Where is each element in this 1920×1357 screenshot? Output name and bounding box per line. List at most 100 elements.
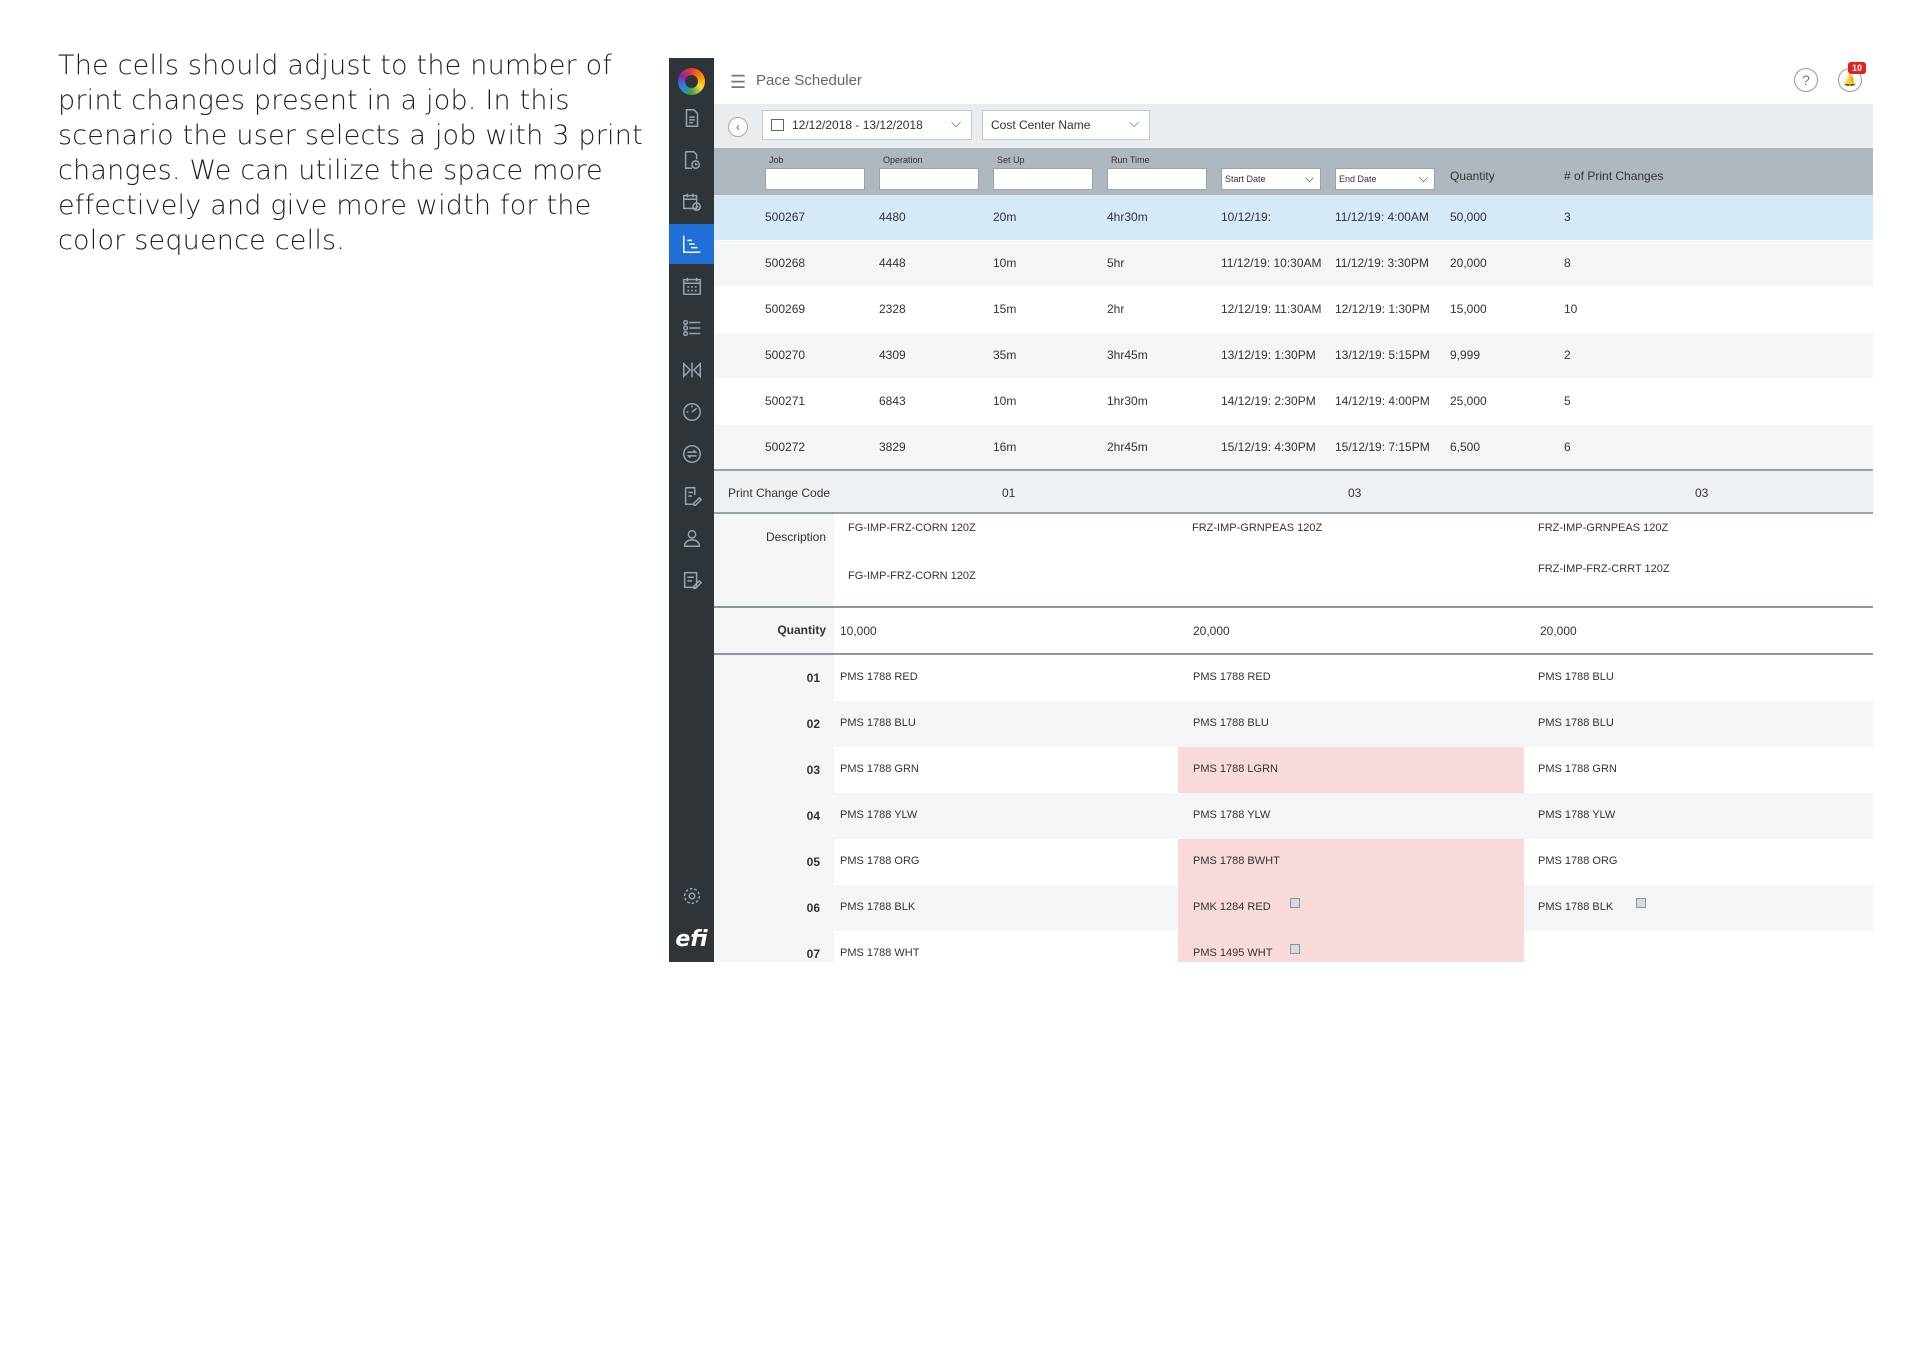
color-sequence-cell[interactable]: PMS 1788 BLK: [1524, 885, 1870, 931]
column-label: Run Time: [1111, 155, 1150, 165]
calendar-icon: [771, 119, 784, 131]
ink-name: PMS 1788 YLW: [1193, 809, 1271, 821]
chevron-down-icon: ⌵: [1304, 171, 1314, 185]
chevron-down-icon: ⌵: [951, 115, 961, 130]
date-range-picker[interactable]: 12/12/2018 - 13/12/2018 ⌵: [762, 110, 972, 140]
color-sequence-cell[interactable]: PMS 1788 GRN: [834, 747, 1178, 793]
color-sequence-cell[interactable]: PMS 1788 BLK: [834, 885, 1178, 931]
quantity-label: Quantity: [777, 623, 826, 637]
print-change-code-label: Print Change Code: [728, 486, 831, 500]
setup-filter-input[interactable]: [993, 168, 1093, 190]
sequence-number: 01: [806, 671, 820, 685]
color-sequence-cell[interactable]: PMS 1788 ORG: [834, 839, 1178, 885]
description-text: FRZ-IMP-GRNPEAS 120Z: [1192, 522, 1323, 534]
scheduler-chart-icon[interactable]: [669, 224, 714, 264]
sequence-number-cell: 04: [714, 793, 834, 839]
edit-document-icon[interactable]: [669, 476, 714, 516]
color-sequence-cell[interactable]: PMS 1788 LGRN: [1178, 747, 1524, 793]
color-sequence-cell[interactable]: PMS 1788 YLW: [1178, 793, 1524, 839]
sequence-number: 05: [806, 855, 820, 869]
settings-gear-icon[interactable]: [669, 876, 714, 916]
job-id: 500268: [765, 256, 806, 270]
end-date-select[interactable]: End Date ⌵: [1335, 168, 1435, 190]
copy-icon[interactable]: [1636, 898, 1646, 908]
sync-icon[interactable]: [669, 434, 714, 474]
color-sequence-cell[interactable]: PMS 1788 BLU: [834, 701, 1178, 747]
print-change-code: 01: [1002, 486, 1016, 500]
sequence-row: 02 PMS 1788 BLU PMS 1788 BLU PMS 1788 BLU: [714, 701, 1873, 747]
operation: 4448: [879, 256, 906, 270]
help-icon[interactable]: ?: [1794, 68, 1818, 92]
print-changes: 3: [1564, 210, 1571, 224]
quantity-row: Quantity 10,000 20,000 20,000: [714, 608, 1873, 655]
cost-center-select[interactable]: Cost Center Name ⌵: [982, 110, 1150, 140]
report-edit-icon[interactable]: [669, 560, 714, 600]
operation: 3829: [879, 440, 906, 454]
job-id: 500267: [765, 210, 806, 224]
color-sequence-table: 01 PMS 1788 RED PMS 1788 RED PMS 1788 BLU 02…: [714, 655, 1873, 962]
cost-center-value: Cost Center Name: [991, 118, 1091, 132]
operation: 4309: [879, 348, 906, 362]
table-row[interactable]: 500272 3829 16m 2hr45m 15/12/19: 4:30PM …: [714, 425, 1873, 471]
sequence-number-cell: 02: [714, 701, 834, 747]
document-icon[interactable]: [669, 98, 714, 138]
table-row[interactable]: 500270 4309 35m 3hr45m 13/12/19: 1:30PM …: [714, 333, 1873, 379]
start-date-select[interactable]: Start Date ⌵: [1221, 168, 1321, 190]
table-row[interactable]: 500267 4480 20m 4hr30m 10/12/19: 11/12/1…: [714, 195, 1873, 241]
job-id: 500269: [765, 302, 806, 316]
notifications-bell-icon[interactable]: 🔔 10: [1838, 62, 1867, 92]
print-changes: 6: [1564, 440, 1571, 454]
color-sequence-cell[interactable]: PMS 1495 WHT: [1178, 931, 1524, 962]
description-text: FRZ-IMP-FRZ-CRRT 120Z: [1538, 563, 1670, 575]
date-range-value: 12/12/2018 - 13/12/2018: [792, 118, 923, 132]
user-icon[interactable]: [669, 518, 714, 558]
gauge-icon[interactable]: [669, 392, 714, 432]
print-changes: 10: [1564, 302, 1578, 316]
hamburger-menu-icon[interactable]: ☰: [730, 72, 746, 93]
ink-name: PMS 1788 BLU: [1193, 717, 1269, 729]
operation: 4480: [879, 210, 906, 224]
color-sequence-cell[interactable]: PMS 1788 RED: [1178, 655, 1524, 701]
sequence-number: 04: [806, 809, 820, 823]
print-change-quantity: 20,000: [1193, 624, 1230, 638]
sequence-number: 07: [806, 947, 820, 961]
chevron-down-icon: ⌵: [1418, 171, 1428, 185]
color-sequence-cell[interactable]: PMS 1788 RED: [834, 655, 1178, 701]
color-sequence-cell[interactable]: [1524, 931, 1870, 962]
ink-name: PMS 1788 BLU: [1538, 717, 1614, 729]
operation-filter-input[interactable]: [879, 168, 979, 190]
color-sequence-cell[interactable]: PMS 1788 BLU: [1524, 655, 1870, 701]
back-arrow-icon[interactable]: ‹: [728, 117, 748, 137]
color-sequence-cell[interactable]: PMS 1788 BLU: [1524, 701, 1870, 747]
copy-icon[interactable]: [1290, 944, 1300, 954]
sequence-number-cell: 06: [714, 885, 834, 931]
color-sequence-cell[interactable]: PMS 1788 ORG: [1524, 839, 1870, 885]
table-row[interactable]: 500271 6843 10m 1hr30m 14/12/19: 2:30PM …: [714, 379, 1873, 425]
list-icon[interactable]: [669, 308, 714, 348]
description-cell: FG-IMP-FRZ-CORN 120Z FG-IMP-FRZ-CORN 120…: [834, 514, 1178, 606]
split-icon[interactable]: [669, 350, 714, 390]
calendar-clock-icon[interactable]: [669, 182, 714, 222]
ink-name: PMS 1495 WHT: [1193, 947, 1273, 959]
start-date: 15/12/19: 4:30PM: [1221, 440, 1316, 454]
start-date: 13/12/19: 1:30PM: [1221, 348, 1316, 362]
ink-name: PMS 1788 YLW: [840, 809, 918, 821]
color-sequence-cell[interactable]: PMS 1788 GRN: [1524, 747, 1870, 793]
print-change-code-row: Print Change Code 01 03 03: [714, 469, 1873, 514]
calendar-grid-icon[interactable]: [669, 266, 714, 306]
table-row[interactable]: 500269 2328 15m 2hr 12/12/19: 11:30AM 12…: [714, 287, 1873, 333]
ink-name: PMS 1788 BLU: [1538, 671, 1614, 683]
sequence-row: 04 PMS 1788 YLW PMS 1788 YLW PMS 1788 YLW: [714, 793, 1873, 839]
color-sequence-cell[interactable]: PMS 1788 WHT: [834, 931, 1178, 962]
color-sequence-cell[interactable]: PMS 1788 BLU: [1178, 701, 1524, 747]
color-sequence-cell[interactable]: PMK 1284 RED: [1178, 885, 1524, 931]
color-sequence-cell[interactable]: PMS 1788 BWHT: [1178, 839, 1524, 885]
color-sequence-cell[interactable]: PMS 1788 YLW: [834, 793, 1178, 839]
runtime-filter-input[interactable]: [1107, 168, 1207, 190]
table-row[interactable]: 500268 4448 10m 5hr 11/12/19: 10:30AM 11…: [714, 241, 1873, 287]
color-sequence-cell[interactable]: PMS 1788 YLW: [1524, 793, 1870, 839]
copy-icon[interactable]: [1290, 898, 1300, 908]
sequence-row: 06 PMS 1788 BLK PMK 1284 RED PMS 1788 BLK: [714, 885, 1873, 931]
document-clock-icon[interactable]: [669, 140, 714, 180]
job-filter-input[interactable]: [765, 168, 865, 190]
